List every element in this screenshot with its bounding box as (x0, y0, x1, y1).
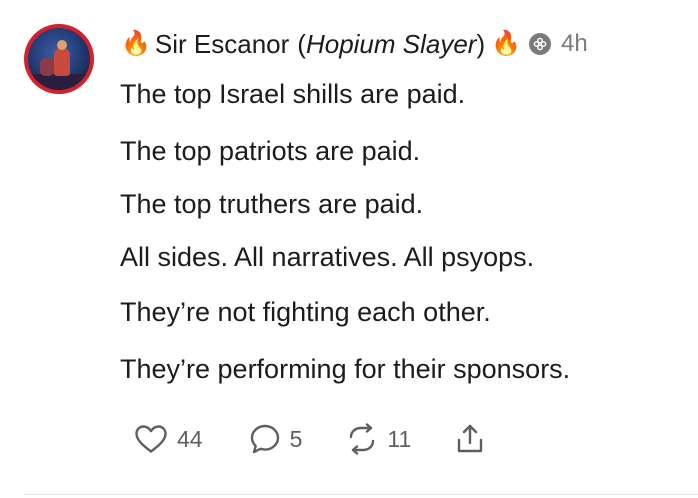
paren-open: ( (297, 28, 306, 59)
share-button[interactable] (455, 423, 485, 455)
comment-count: 5 (289, 425, 303, 452)
flower-badge-icon (529, 33, 552, 55)
author-title-wrapper: (Hopium Slayer) (297, 29, 485, 60)
post-text-line: The top Israel shills are paid. (120, 79, 466, 109)
avatar[interactable] (24, 24, 94, 94)
author-title: Hopium Slayer (305, 28, 477, 59)
divider (24, 494, 698, 495)
like-button[interactable]: 44 (134, 424, 203, 454)
like-count: 44 (177, 425, 203, 452)
post-text-line: They’re performing for their sponsors. (120, 354, 571, 384)
paren-close: ) (476, 28, 486, 59)
post-text-line: They’re not fighting each other. (120, 297, 491, 327)
restack-count: 11 (387, 425, 412, 452)
comment-button[interactable]: 5 (249, 423, 303, 455)
heart-icon (134, 424, 168, 454)
fire-emoji-right: 🔥 (491, 30, 522, 57)
avatar-image (28, 28, 90, 90)
post-actions: 44 5 11 (134, 423, 485, 455)
share-icon (455, 423, 485, 455)
restack-button[interactable]: 11 (346, 423, 411, 455)
restack-arrows-icon (346, 423, 378, 455)
post-text-line: The top patriots are paid. (120, 136, 421, 166)
post-text-line: All sides. All narratives. All psyops. (120, 242, 535, 272)
post-text-line: The top truthers are paid. (120, 189, 424, 219)
post-header: 🔥 Sir Escanor (Hopium Slayer) 🔥 4h (121, 26, 588, 62)
fire-emoji-left: 🔥 (121, 30, 151, 57)
post-timestamp[interactable]: 4h (561, 30, 588, 58)
comment-bubble-icon (249, 423, 281, 455)
author-name[interactable]: Sir Escanor (155, 29, 289, 60)
